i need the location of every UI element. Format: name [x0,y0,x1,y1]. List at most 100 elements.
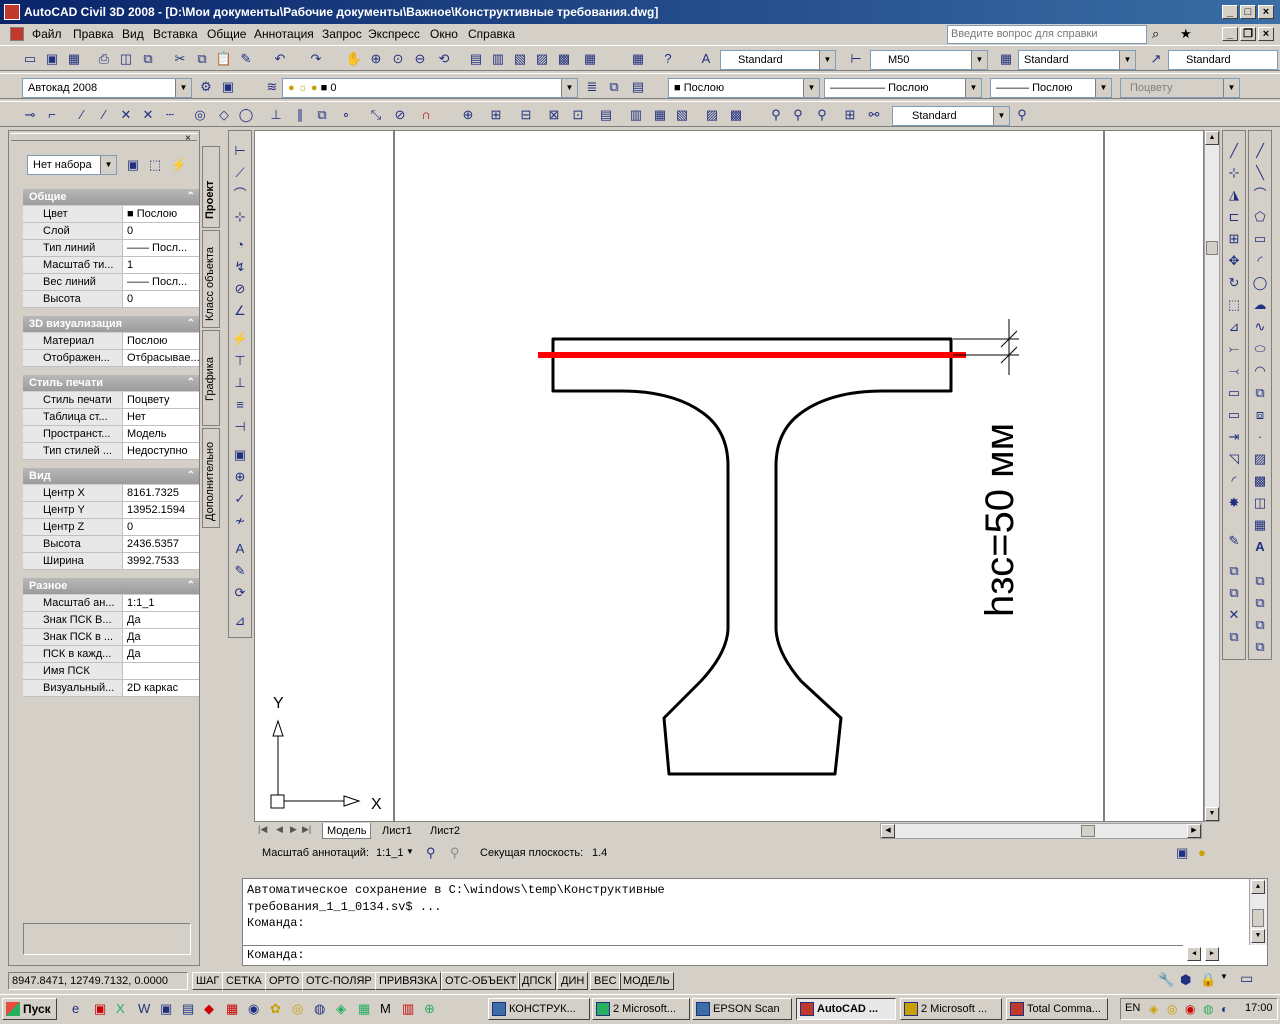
doc-close-button[interactable]: × [1258,27,1274,41]
dim-continue-icon[interactable]: ⊥ [230,373,250,393]
osnap-settings-icon[interactable]: ∩ [416,105,436,125]
task-konstruk[interactable]: КОНСТРУК... [488,998,590,1020]
save-icon[interactable]: ▦ [64,49,84,69]
snap-none-icon[interactable]: ⊘ [390,105,410,125]
dim-edit-icon[interactable]: A [230,539,250,559]
quicklaunch-5-icon[interactable]: ▣ [160,1001,172,1017]
tray-icon-1[interactable]: ◈ [1149,1002,1158,1016]
polygon-icon[interactable]: ⬠ [1250,207,1270,227]
arc-icon[interactable]: ⌒ [1250,185,1270,205]
task-total-commander[interactable]: Total Comma... [1006,998,1108,1020]
layer-tool-2-icon[interactable]: ⧉ [1250,593,1270,613]
palette-grip[interactable] [11,133,197,141]
lineweight-toggle[interactable]: ВЕС [590,972,621,990]
chevron-up-icon[interactable]: ⌃ [187,189,195,205]
cmd-scroll-right-icon[interactable]: ▶ [1205,947,1219,961]
inquiry-list-icon[interactable]: ⚯ [864,105,884,125]
dim-aligned-icon[interactable]: ⟋ [230,163,250,183]
snap-perpendicular-icon[interactable]: ⊥ [266,105,286,125]
copy-icon[interactable]: ⧉ [192,49,212,69]
property-value[interactable]: 0 [124,519,199,535]
ellipse-icon[interactable]: ⬭ [1250,339,1270,359]
ucs-object-icon[interactable]: ⊡ [568,105,588,125]
property-row[interactable]: Стиль печати Поцвету [23,392,199,409]
ucs-view-icon[interactable]: ▤ [596,105,616,125]
quicklaunch-16-icon[interactable]: ▥ [402,1001,414,1017]
fillet-icon[interactable]: ◜ [1224,471,1244,491]
point-icon[interactable]: · [1250,427,1270,447]
stretch-icon[interactable]: ⊿ [1224,317,1244,337]
property-value[interactable]: —— Посл... [124,240,199,256]
task-microsoft-word[interactable]: 2 Microsoft ... [900,998,1002,1020]
chevron-up-icon[interactable]: ⌃ [187,468,195,484]
property-row[interactable]: Вес линий —— Посл... [23,274,199,291]
property-row[interactable]: Высота 2436.5357 [23,536,199,553]
palette-section-header[interactable]: Стиль печати ⌃ [23,375,199,391]
dim-break-icon[interactable]: ⊣ [230,417,250,437]
doc-restore-button[interactable]: ❐ [1240,27,1256,41]
annotation-visibility-icon[interactable]: ⚲ [426,845,436,861]
property-row[interactable]: Масштаб ти... 1 [23,257,199,274]
move-icon[interactable]: ✥ [1224,251,1244,271]
rectangle-icon[interactable]: ▭ [1250,229,1270,249]
media-player-icon[interactable]: ◉ [248,1001,259,1017]
table-style-select[interactable]: Standard ▼ [1018,50,1136,70]
excel-icon[interactable]: X [116,1001,125,1016]
dim-ordinate-icon[interactable]: ⊹ [230,207,250,227]
array-icon[interactable]: ⊞ [1224,229,1244,249]
menu-insert[interactable]: Вставка [153,27,198,41]
draworder-back-icon[interactable]: ⧉ [1224,583,1244,603]
quicklaunch-15-icon[interactable]: M [380,1001,391,1016]
workspace-settings-icon[interactable]: ⚙ [196,77,216,97]
scroll-right-icon[interactable]: ▶ [1187,824,1201,838]
quicklaunch-14-icon[interactable]: ▦ [358,1001,370,1017]
inquiry-area-icon[interactable]: ⊞ [840,105,860,125]
chevron-down-icon[interactable]: ▼ [406,847,414,856]
snap-apparent-icon[interactable]: ✕ [138,105,158,125]
property-row[interactable]: Знак ПСК В... Да [23,612,199,629]
quicklaunch-2-icon[interactable]: ▣ [94,1001,106,1017]
select-objects-icon[interactable]: ⬚ [145,155,165,175]
property-value[interactable]: 0 [124,223,199,239]
quicklaunch-7-icon[interactable]: ◆ [204,1001,214,1017]
property-value[interactable]: 13952.1594 [124,502,199,518]
coordinates-display[interactable]: 8947.8471, 12749.7132, 0.0000 [8,972,188,990]
dim-update-icon[interactable]: ⟳ [230,583,250,603]
text-style-select[interactable]: Standard ▼ [720,50,836,70]
workspace-save-icon[interactable]: ▣ [218,77,238,97]
layer-previous-icon[interactable]: ⧉ [604,77,624,97]
dim-baseline-icon[interactable]: ⊤ [230,351,250,371]
pan-icon[interactable]: ✋ [344,49,364,69]
tab-nav-last-icon[interactable]: ▶| [302,824,311,835]
ortho-toggle[interactable]: ОРТО [265,972,304,990]
snap-midpoint-icon[interactable]: ∕ [94,105,114,125]
tool-palettes-icon[interactable]: ▧ [510,49,530,69]
star-icon[interactable]: ★ [1180,26,1192,42]
zoom-window-icon[interactable]: ⊙ [388,49,408,69]
autocad-app-icon[interactable] [4,4,20,20]
property-value[interactable]: ■ Послою [124,206,199,222]
orbit-icon[interactable]: ⟲ [434,49,454,69]
hscroll-thumb[interactable] [1081,825,1095,837]
rotate-icon[interactable]: ↻ [1224,273,1244,293]
property-value[interactable]: Отбрасывае... [124,350,199,366]
annotation-scale-value[interactable]: 1:1_1 [376,847,404,859]
lightbulb-icon[interactable]: ● [1198,845,1206,860]
layer-tool-1-icon[interactable]: ⧉ [1250,571,1270,591]
property-value[interactable]: Поцвету [124,392,199,408]
extend-icon[interactable]: ⤙ [1224,361,1244,381]
tray-icon-5[interactable]: ◐ [1221,1002,1228,1016]
help-search-input[interactable]: Введите вопрос для справки [947,25,1147,44]
toggle-pickadd-icon[interactable]: ▣ [123,155,143,175]
tab-layout1[interactable]: Лист1 [378,823,416,839]
menu-edit[interactable]: Правка [73,27,114,41]
language-indicator[interactable]: EN [1125,1002,1140,1014]
snap-nearest-icon[interactable]: ⤡ [366,105,386,125]
property-row[interactable]: Материал Послою [23,333,199,350]
tab-object-class[interactable]: Класс объекта [202,230,220,328]
property-value[interactable]: 1 [124,257,199,273]
properties-icon[interactable]: ▤ [466,49,486,69]
property-value[interactable]: Да [124,629,199,645]
snap-endpoint-icon[interactable]: ∕ [72,105,92,125]
dim-arc-icon[interactable]: ⌒ [230,185,250,205]
